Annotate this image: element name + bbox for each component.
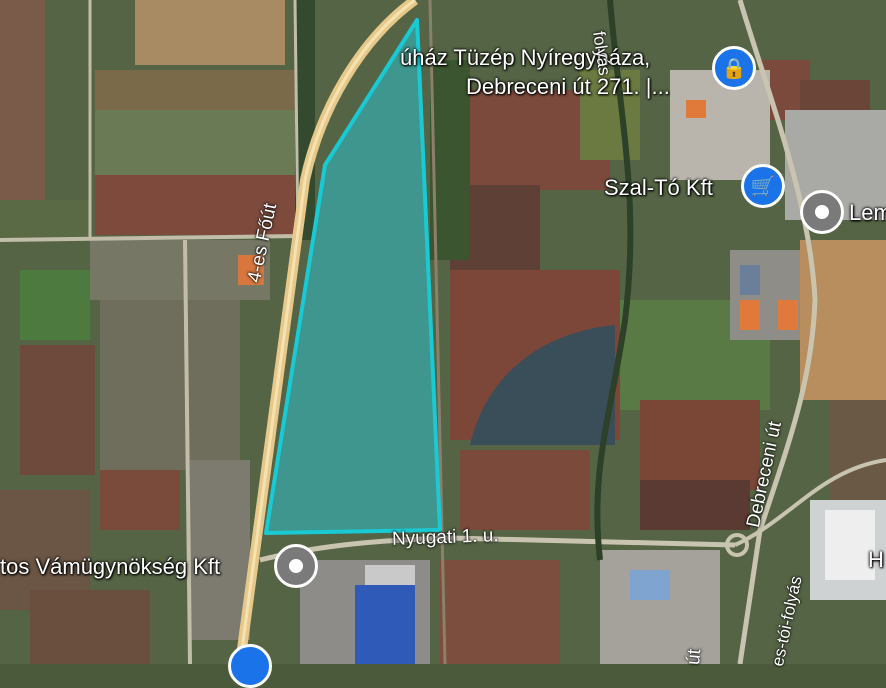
field	[830, 400, 886, 500]
field	[20, 270, 90, 340]
shopping-cart-icon: 🛒	[750, 174, 776, 198]
industrial-area	[670, 70, 770, 180]
place-pin-icon	[289, 559, 303, 573]
place-label-h[interactable]: H	[868, 547, 884, 573]
field	[100, 470, 180, 530]
building	[740, 300, 760, 330]
tuzep-pin[interactable]: 🔒	[712, 46, 756, 90]
building	[686, 100, 706, 118]
field	[460, 450, 590, 530]
field	[0, 0, 45, 200]
field	[95, 110, 295, 180]
field	[30, 590, 150, 664]
place-label-vamugynokseg[interactable]: tos Vámügynökség Kft	[0, 554, 220, 580]
building	[630, 570, 670, 600]
road-label-ut: út	[683, 648, 706, 666]
place-label-tuzep-line2[interactable]: Debreceni út 271. |...	[466, 74, 670, 100]
field	[640, 400, 760, 490]
building	[778, 300, 798, 330]
road-label-nyugati: Nyugati 1. u.	[391, 525, 499, 550]
place-label-lem[interactable]: Lem	[849, 200, 886, 226]
lock-bag-icon: 🔒	[721, 56, 747, 80]
field	[20, 345, 95, 475]
field	[0, 200, 90, 240]
lem-pin[interactable]	[800, 190, 844, 234]
bottom-pin[interactable]	[228, 644, 272, 688]
industrial-area	[600, 550, 720, 664]
field	[440, 560, 560, 664]
place-label-szalto[interactable]: Szal-Tó Kft	[604, 175, 713, 201]
field	[640, 480, 750, 530]
village-area	[100, 300, 240, 470]
building	[355, 585, 415, 664]
szalto-pin[interactable]: 🛒	[741, 164, 785, 208]
building	[740, 265, 760, 295]
field	[135, 0, 285, 65]
place-pin-icon	[815, 205, 829, 219]
field	[95, 70, 295, 110]
vamugynokseg-pin[interactable]	[274, 544, 318, 588]
building	[365, 565, 415, 585]
village-area	[190, 460, 250, 640]
